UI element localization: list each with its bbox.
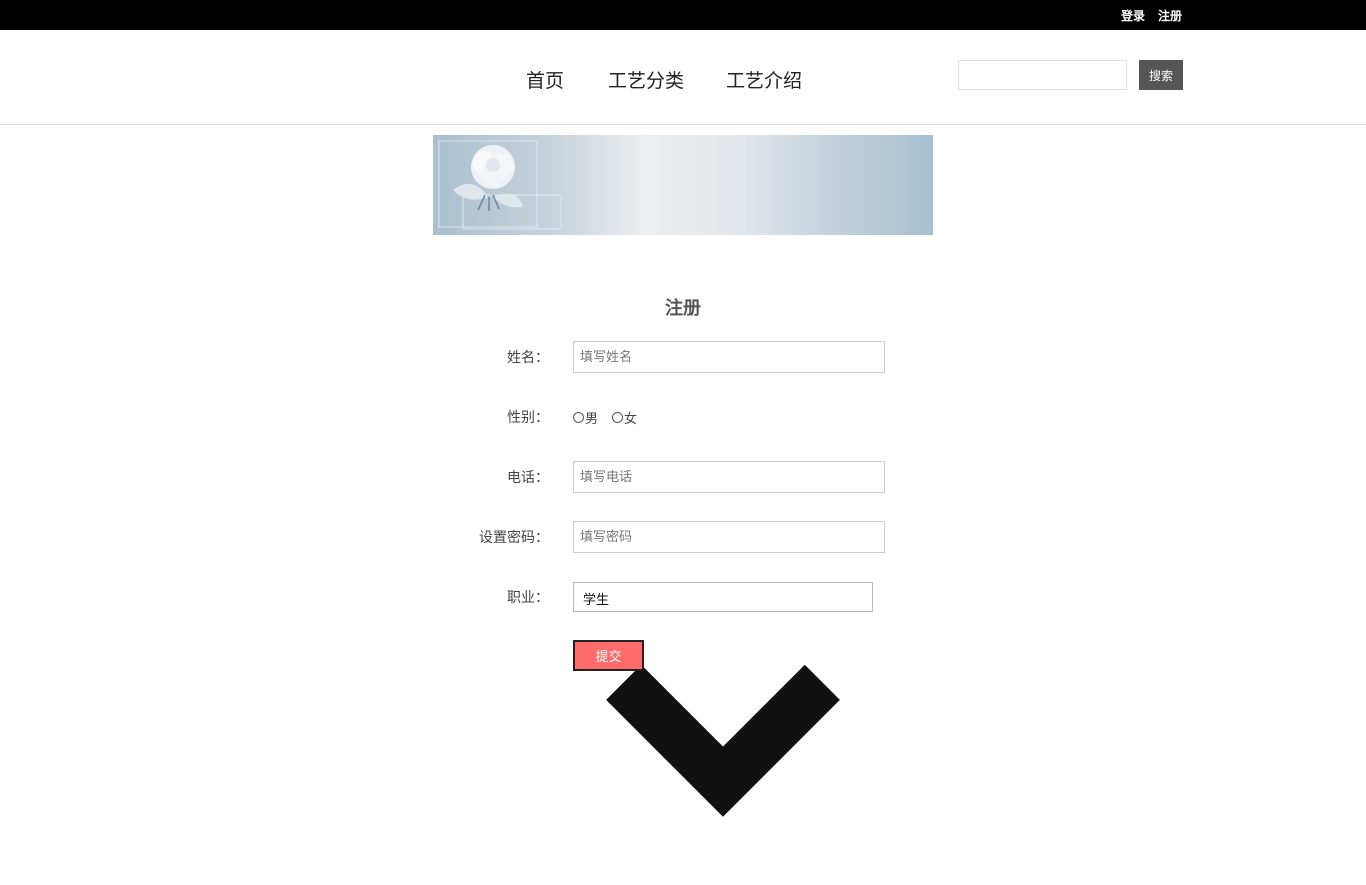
gender-option-female[interactable]: 女 bbox=[612, 408, 637, 427]
phone-input[interactable] bbox=[573, 461, 885, 493]
phone-label: 电话： bbox=[507, 470, 549, 486]
nav-item-craft-category[interactable]: 工艺分类 bbox=[608, 66, 684, 93]
chevron-down-icon bbox=[606, 664, 840, 817]
name-label: 姓名： bbox=[507, 350, 549, 366]
header-divider bbox=[0, 124, 1366, 125]
gender-male-label: 男 bbox=[585, 412, 599, 427]
search-input[interactable] bbox=[958, 60, 1127, 90]
occupation-selected-value: 学生 bbox=[583, 593, 610, 608]
top-bar: 登录 注册 bbox=[0, 0, 1366, 30]
login-link[interactable]: 登录 bbox=[1121, 7, 1145, 24]
password-label: 设置密码： bbox=[479, 530, 549, 546]
radio-icon[interactable] bbox=[612, 412, 624, 423]
occupation-select[interactable]: 学生 bbox=[573, 582, 873, 817]
form-title: 注册 bbox=[665, 298, 701, 319]
radio-icon[interactable] bbox=[573, 412, 584, 423]
occupation-label: 职业： bbox=[507, 590, 549, 606]
gender-option-male[interactable]: 男 bbox=[573, 408, 598, 427]
gender-female-label: 女 bbox=[624, 412, 638, 427]
nav-item-craft-intro[interactable]: 工艺介绍 bbox=[726, 66, 802, 93]
gender-radio-group: 男 女 bbox=[573, 408, 651, 427]
gender-label: 性别： bbox=[507, 410, 549, 426]
nav-item-home[interactable]: 首页 bbox=[526, 66, 564, 93]
peony-banner-image bbox=[433, 135, 933, 235]
name-input[interactable] bbox=[573, 341, 885, 373]
search-button[interactable]: 搜索 bbox=[1139, 60, 1183, 90]
submit-button[interactable]: 提交 bbox=[573, 640, 644, 671]
password-input[interactable] bbox=[573, 521, 885, 553]
register-link[interactable]: 注册 bbox=[1158, 7, 1182, 24]
